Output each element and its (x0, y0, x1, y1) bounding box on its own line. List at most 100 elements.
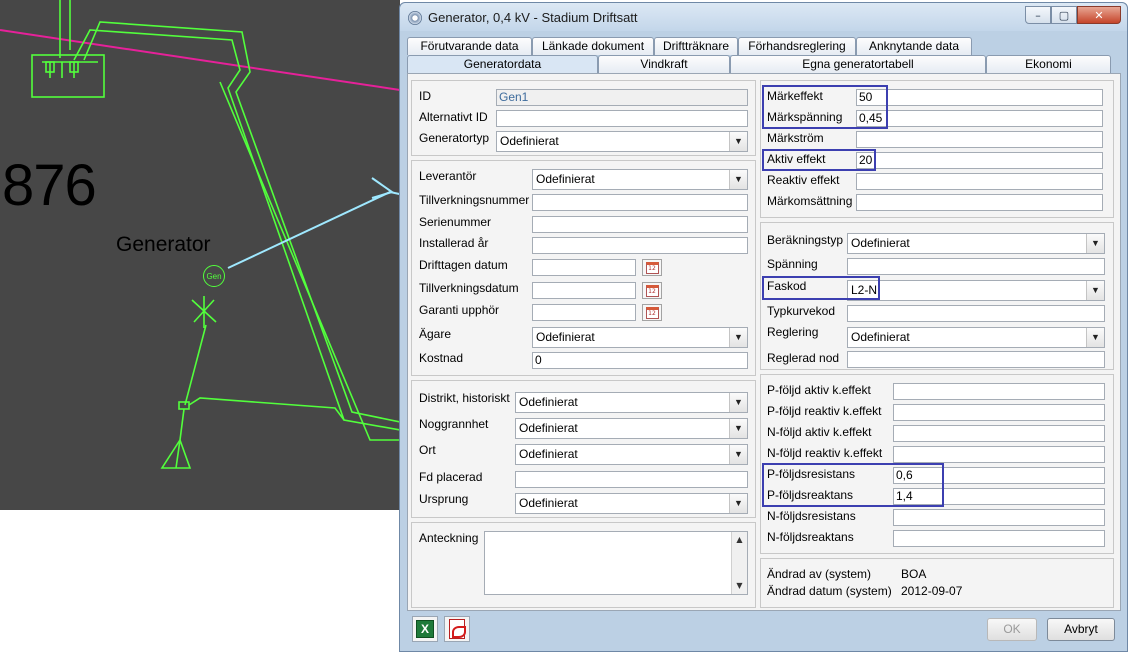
typkurvekod-label: Typkurvekod (767, 304, 836, 318)
agare-select[interactable]: Odefinierat ▼ (532, 327, 748, 348)
tab-generatordata[interactable]: Generatordata (407, 55, 598, 73)
audit-group: Ändrad av (system) BOA Ändrad datum (sys… (760, 558, 1114, 608)
tab-ekonomi[interactable]: Ekonomi (986, 55, 1111, 73)
calendar-button[interactable]: 12 (642, 304, 662, 321)
tillverkningsnummer-field[interactable] (532, 194, 748, 211)
tab-driftraknare[interactable]: Driftträknare (654, 37, 738, 55)
chevron-down-icon[interactable]: ▼ (1086, 328, 1104, 347)
close-button[interactable]: ✕ (1077, 6, 1121, 24)
noggrannhet-select[interactable]: Odefinierat ▼ (515, 418, 748, 439)
calendar-button[interactable]: 12 (642, 259, 662, 276)
alt-id-field[interactable] (496, 110, 748, 127)
kostnad-field[interactable]: 0 (532, 352, 748, 369)
tab-lankade-dokument[interactable]: Länkade dokument (532, 37, 654, 55)
calendar-button[interactable]: 12 (642, 282, 662, 299)
garanti-field[interactable] (532, 304, 636, 321)
alt-id-label: Alternativt ID (419, 110, 488, 124)
distrikt-value: Odefinierat (519, 395, 578, 409)
tab-forhandsreglering[interactable]: Förhandsreglering (738, 37, 856, 55)
reaktiv-effekt-field[interactable] (856, 173, 1103, 190)
installerad-field[interactable] (532, 237, 748, 254)
markomsattning-field[interactable] (856, 194, 1103, 211)
tab-row-2: Generatordata Vindkraft Egna generatorta… (407, 55, 1111, 73)
agare-value: Odefinierat (536, 330, 595, 344)
tab-row-1: Förutvarande data Länkade dokument Drift… (407, 37, 972, 55)
markspanning-field[interactable]: 0,45 (856, 110, 1103, 127)
faskod-select[interactable]: L2-N ▼ (847, 280, 1105, 301)
export-excel-button[interactable]: X (412, 616, 438, 642)
ort-select[interactable]: Odefinierat ▼ (515, 444, 748, 465)
chevron-down-icon[interactable]: ▼ (729, 393, 747, 412)
scroll-up-icon[interactable]: ▲ (732, 532, 747, 548)
reglering-value: Odefinierat (851, 330, 910, 344)
window-title: Generator, 0,4 kV - Stadium Driftsatt (428, 10, 638, 25)
notes-group: Anteckning ▲ ▼ (411, 522, 756, 608)
p-reaktiv-field[interactable] (893, 404, 1105, 421)
highlight-box-sequence (762, 463, 944, 507)
spanning-label: Spänning (767, 257, 818, 271)
chevron-down-icon[interactable]: ▼ (729, 328, 747, 347)
reglering-select[interactable]: Odefinierat ▼ (847, 327, 1105, 348)
leverantor-select[interactable]: Odefinierat ▼ (532, 169, 748, 190)
minimize-button[interactable]: – (1025, 6, 1051, 24)
tab-egna-generatortabell[interactable]: Egna generatortabell (730, 55, 986, 73)
chevron-down-icon[interactable]: ▼ (729, 170, 747, 189)
tab-forutvarande-data[interactable]: Förutvarande data (407, 37, 532, 55)
cad-pointer-line (227, 191, 391, 269)
maximize-button[interactable]: ▢ (1051, 6, 1077, 24)
ort-value: Odefinierat (519, 447, 578, 461)
p-aktiv-field[interactable] (893, 383, 1105, 400)
n-foljdsresistans-field[interactable] (893, 509, 1105, 526)
ursprung-select[interactable]: Odefinierat ▼ (515, 493, 748, 514)
chevron-down-icon[interactable]: ▼ (729, 419, 747, 438)
distrikt-select[interactable]: Odefinierat ▼ (515, 392, 748, 413)
fd-placerad-field[interactable] (515, 471, 748, 488)
highlight-box-rating (762, 85, 888, 129)
chevron-down-icon[interactable]: ▼ (729, 445, 747, 464)
tab-vindkraft[interactable]: Vindkraft (598, 55, 730, 73)
generatortyp-value: Odefinierat (500, 134, 559, 148)
markeffekt-field[interactable]: 50 (856, 89, 1103, 106)
ursprung-value: Odefinierat (519, 496, 578, 510)
export-pdf-button[interactable] (444, 616, 470, 642)
cancel-button[interactable]: Avbryt (1047, 618, 1115, 641)
gear-icon (408, 11, 422, 25)
ident-group: ID Gen1 Alternativt ID Generatortyp Odef… (411, 80, 756, 156)
aktiv-effekt-field[interactable]: 20 (856, 152, 1103, 169)
rating-group: Märkeffekt 50 Märkspänning 0,45 Märkströ… (760, 80, 1114, 218)
reaktiv-effekt-label: Reaktiv effekt (767, 173, 840, 187)
spanning-field[interactable] (847, 258, 1105, 275)
n-aktiv-field[interactable] (893, 425, 1105, 442)
chevron-down-icon[interactable]: ▼ (1086, 234, 1104, 253)
title-bar[interactable]: Generator, 0,4 kV - Stadium Driftsatt – … (400, 3, 1127, 31)
cad-generator-symbol[interactable]: Gen (203, 265, 225, 287)
typkurvekod-field[interactable] (847, 305, 1105, 322)
garanti-label: Garanti upphör (419, 303, 500, 317)
kostnad-label: Kostnad (419, 351, 464, 365)
ok-button[interactable]: OK (987, 618, 1037, 641)
generatortyp-select[interactable]: Odefinierat ▼ (496, 131, 748, 152)
scroll-down-icon[interactable]: ▼ (732, 578, 747, 594)
tab-anknytande-data[interactable]: Anknytande data (856, 37, 972, 55)
chevron-down-icon[interactable]: ▼ (1086, 281, 1104, 300)
n-reaktiv-field[interactable] (893, 446, 1105, 463)
notes-scrollbar[interactable]: ▲ ▼ (731, 532, 747, 594)
anteckning-label: Anteckning (419, 531, 479, 545)
chevron-down-icon[interactable]: ▼ (729, 132, 747, 151)
chevron-down-icon[interactable]: ▼ (729, 494, 747, 513)
n-aktiv-label: N-följd aktiv k.effekt (767, 425, 872, 439)
reglerad-nod-field[interactable] (847, 351, 1105, 368)
serienummer-field[interactable] (532, 216, 748, 233)
anteckning-textarea[interactable]: ▲ ▼ (484, 531, 748, 595)
drifttagen-field[interactable] (532, 259, 636, 276)
tillverkningsdatum-field[interactable] (532, 282, 636, 299)
id-field[interactable]: Gen1 (496, 89, 748, 106)
markstrom-field[interactable] (856, 131, 1103, 148)
p-aktiv-label: P-följd aktiv k.effekt (767, 383, 871, 397)
berakningstyp-select[interactable]: Odefinierat ▼ (847, 233, 1105, 254)
cad-station-number: 876 (2, 153, 97, 218)
n-foljdsreaktans-field[interactable] (893, 530, 1105, 547)
installerad-label: Installerad år (419, 236, 489, 250)
supplier-group: Leverantör Odefinierat ▼ Tillverkningsnu… (411, 160, 756, 376)
cad-green-network (31, 0, 400, 469)
